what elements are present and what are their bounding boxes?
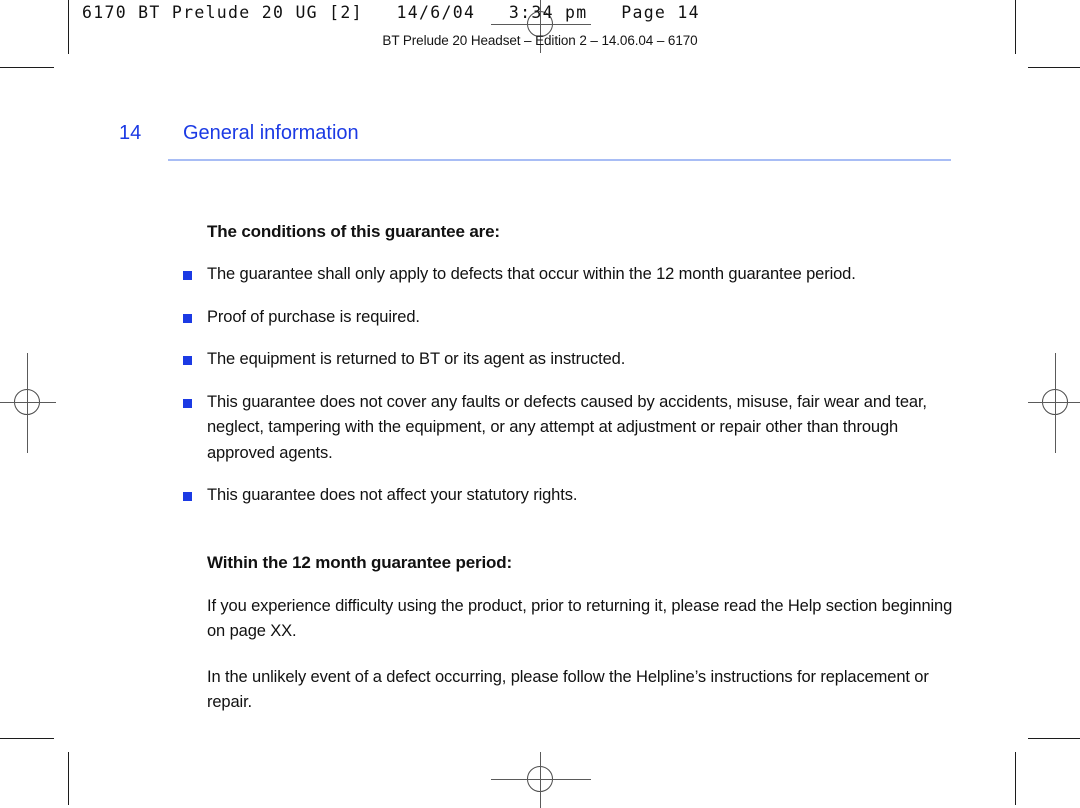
square-bullet-icon [183, 492, 192, 501]
square-bullet-icon [183, 313, 192, 323]
list-item-text: This guarantee does not affect your stat… [207, 486, 578, 504]
square-bullet-icon [183, 356, 192, 365]
section-heading-conditions: The conditions of this guarantee are: [207, 222, 500, 241]
paragraph-help-section: If you experience difficulty using the p… [207, 596, 953, 641]
square-bullet-icon [183, 271, 192, 280]
list-item-text: This guarantee does not cover any faults… [207, 392, 927, 462]
chapter-header: 14 General information [119, 122, 959, 145]
conditions-bullet-list: The guarantee shall only apply to defect… [183, 262, 953, 509]
paragraph-defect-instructions: In the unlikely event of a defect occurr… [207, 667, 929, 712]
list-item: This guarantee does not affect your stat… [183, 483, 953, 509]
list-item: The guarantee shall only apply to defect… [183, 262, 953, 288]
list-item: This guarantee does not cover any faults… [183, 390, 953, 467]
page-number: 14 [119, 122, 142, 144]
square-bullet-icon [183, 398, 192, 408]
body-content: The conditions of this guarantee are: Th… [183, 222, 953, 716]
list-item-text: The guarantee shall only apply to defect… [207, 265, 856, 283]
page-title: General information [183, 122, 359, 144]
list-item-text: Proof of purchase is required. [207, 307, 420, 326]
section-heading-within-period: Within the 12 month guarantee period: [207, 552, 513, 572]
header-divider [168, 159, 951, 161]
list-item-text: The equipment is returned to BT or its a… [207, 350, 626, 368]
list-item: The equipment is returned to BT or its a… [183, 347, 953, 373]
list-item: Proof of purchase is required. [183, 305, 953, 331]
document-page: 14 General information The conditions of… [0, 0, 1080, 805]
